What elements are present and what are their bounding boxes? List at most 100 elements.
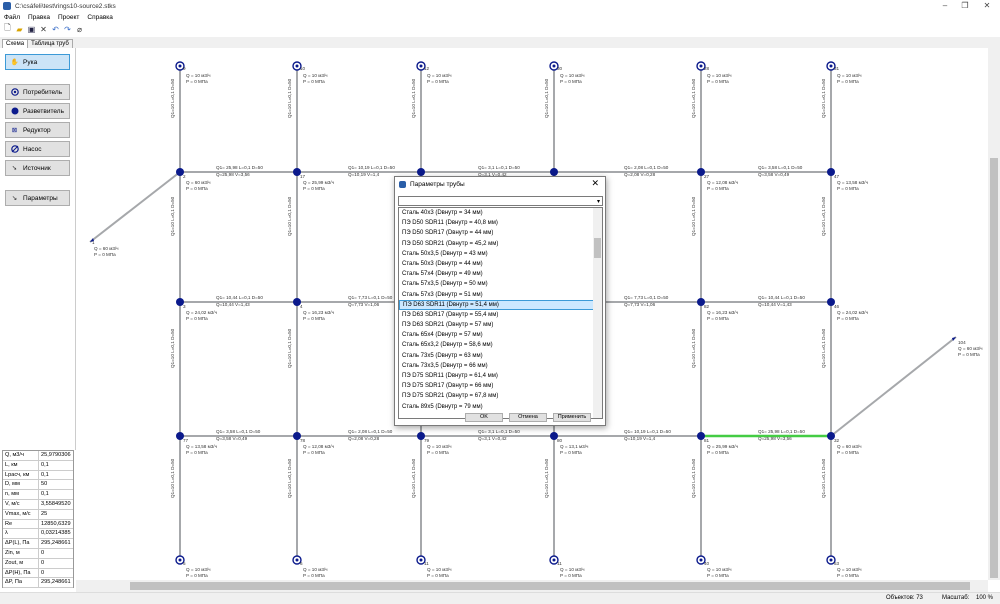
list-item[interactable]: ПЭ D75 SDR17 (Dвнутр = 66 мм) xyxy=(399,381,602,391)
params-tool-button[interactable]: ↘ Параметры xyxy=(5,190,70,206)
apply-button[interactable]: Применить xyxy=(553,413,591,422)
property-value[interactable]: 295,248661 xyxy=(39,578,73,587)
property-row[interactable]: Lрасч, км 0,1 xyxy=(3,470,73,481)
list-item[interactable]: Сталь 65x3,2 (Dвнутр = 58,6 мм) xyxy=(399,340,602,350)
tab-scheme[interactable]: Схема xyxy=(2,39,29,48)
property-row[interactable]: ΔP(L), Па 295,248661 xyxy=(3,539,73,549)
source-tool-button[interactable]: ➘ Источник xyxy=(5,160,70,176)
horizontal-scrollbar[interactable] xyxy=(76,580,988,592)
reducer-tool-button[interactable]: ⊠ Редуктор xyxy=(5,122,70,138)
pipe-label: Q1= 10,44 L=0,1 D=50 xyxy=(758,295,805,300)
pipe-label: Q1=10 L=0,1 D=50 xyxy=(170,78,175,118)
property-key: D, мм xyxy=(3,480,39,490)
property-value[interactable]: 295,248661 xyxy=(39,539,73,548)
property-value[interactable]: 12850,6329 xyxy=(39,520,73,529)
list-item[interactable]: Сталь 89x5 (Dвнутр = 79 мм) xyxy=(399,402,602,412)
list-scroll-thumb[interactable] xyxy=(594,238,601,258)
source-pressure: P = 0 МПа xyxy=(94,252,116,257)
list-item[interactable]: ПЭ D75 SDR11 (Dвнутр = 61,4 мм) xyxy=(399,371,602,381)
hand-tool-button[interactable]: ✋ Рука xyxy=(5,54,70,70)
property-row[interactable]: Q, м3/ч 25,9790306 xyxy=(3,451,73,461)
property-value[interactable]: 0,1 xyxy=(39,461,73,470)
list-item[interactable]: Сталь 73x3,5 (Dвнутр = 66 мм) xyxy=(399,361,602,371)
list-item[interactable]: ПЭ D75 SDR21 (Dвнутр = 67,8 мм) xyxy=(399,391,602,401)
pipe-label: Q1= 7,73 L=0,1 D=50 xyxy=(348,295,393,300)
dialog-close-icon[interactable]: ✕ xyxy=(591,178,599,189)
pipe-flow-label: Q=7,73 V=1,06 xyxy=(624,302,656,307)
list-item[interactable]: ПЭ D50 SDR17 (Dвнутр = 44 мм) xyxy=(399,228,602,238)
property-value[interactable]: 3,55849520 xyxy=(39,500,73,509)
list-item[interactable]: Сталь 50x3,5 (Dвнутр = 43 мм) xyxy=(399,249,602,259)
splitter-tool-button[interactable]: Разветвитель xyxy=(5,103,70,119)
new-file-icon[interactable]: 🗋 xyxy=(3,23,12,34)
property-row[interactable]: λ 0,03214385 xyxy=(3,529,73,540)
vertical-scrollbar[interactable] xyxy=(988,48,1000,580)
source-pipe[interactable] xyxy=(89,171,181,243)
property-row[interactable]: Zin, м0 xyxy=(3,548,73,559)
pump-tool-button[interactable]: Насос xyxy=(5,141,70,157)
list-item[interactable]: ПЭ D50 SDR21 (Dвнутр = 45,2 мм) xyxy=(399,239,602,249)
ok-button[interactable]: OK xyxy=(465,413,503,422)
junction-node[interactable] xyxy=(550,168,558,176)
menu-edit[interactable]: Правка xyxy=(24,14,54,21)
menu-help[interactable]: Справка xyxy=(83,14,117,21)
junction-node[interactable] xyxy=(417,168,425,176)
minimize-icon[interactable]: – xyxy=(934,0,956,12)
consumer-tool-button[interactable]: Потребитель xyxy=(5,84,70,100)
no-entry-icon[interactable]: ⌀ xyxy=(75,25,84,34)
property-value[interactable]: 0,1 xyxy=(39,471,73,480)
list-item[interactable]: Сталь 50x3 (Dвнутр = 44 мм) xyxy=(399,259,602,269)
cancel-button[interactable]: Отмена xyxy=(509,413,547,422)
chevron-down-icon[interactable]: ▾ xyxy=(597,198,600,205)
junction-id: 82 xyxy=(704,304,710,309)
property-row[interactable]: ΔP, Па 295,248661 xyxy=(3,578,73,589)
property-row[interactable]: V, м/с 3,55849520 xyxy=(3,499,73,510)
pipe-type-combobox[interactable]: ▾ xyxy=(398,196,603,206)
property-value[interactable]: 0,03214385 xyxy=(39,529,73,538)
undo-icon[interactable]: ↶ xyxy=(51,25,60,34)
consumer-pressure: P = 0 МПа xyxy=(707,79,729,84)
property-value[interactable]: 0 xyxy=(39,559,73,568)
close-icon[interactable]: ✕ xyxy=(976,0,998,12)
property-key: ΔP(H), Па xyxy=(3,568,39,578)
property-value[interactable]: 25 xyxy=(39,510,73,519)
menu-project[interactable]: Проект xyxy=(54,14,83,21)
list-item[interactable]: Сталь 40x3 (Dвнутр = 34 мм) xyxy=(399,208,602,218)
property-value[interactable]: 50 xyxy=(39,480,73,489)
property-key: Re xyxy=(3,519,39,529)
list-item[interactable]: ПЭ D63 SDR21 (Dвнутр = 57 мм) xyxy=(399,320,602,330)
property-value[interactable]: 0 xyxy=(39,549,73,558)
list-item[interactable]: Сталь 57x3,5 (Dвнутр = 50 мм) xyxy=(399,279,602,289)
menu-file[interactable]: Файл xyxy=(0,14,24,21)
property-row[interactable]: L, км 0,1 xyxy=(3,460,73,471)
open-folder-icon[interactable]: ▰ xyxy=(15,25,24,34)
property-row[interactable]: D, мм 50 xyxy=(3,480,73,491)
delete-icon[interactable]: ✕ xyxy=(39,25,48,34)
source-pipe[interactable] xyxy=(830,336,957,437)
list-item[interactable]: ПЭ D50 SDR11 (Dвнутр = 40,8 мм) xyxy=(399,218,602,228)
horizontal-scroll-thumb[interactable] xyxy=(130,582,970,590)
redo-icon[interactable]: ↷ xyxy=(63,25,72,34)
selected-list-item[interactable]: ПЭ D63 SDR11 (Dвнутр = 51,4 мм) xyxy=(399,299,602,310)
source-arrow-icon: ➘ xyxy=(11,165,18,172)
property-row[interactable]: ΔP(H), Па 0 xyxy=(3,568,73,579)
property-row[interactable]: n, мм 0,1 xyxy=(3,490,73,500)
property-row[interactable]: Vmax, м/с 25 xyxy=(3,509,73,520)
list-item[interactable]: Сталь 57x4 (Dвнутр = 49 мм) xyxy=(399,269,602,279)
property-value[interactable]: 25,9790306 xyxy=(39,451,73,460)
list-scrollbar[interactable] xyxy=(593,208,602,418)
property-row[interactable]: Re 12850,6329 xyxy=(3,519,73,530)
list-item[interactable]: Сталь 57x3 (Dвнутр = 51 мм) xyxy=(399,290,602,300)
vertical-scroll-thumb[interactable] xyxy=(990,158,998,578)
list-item[interactable]: ПЭ D63 SDR17 (Dвнутр = 55,4 мм) xyxy=(399,310,602,320)
list-item[interactable]: Сталь 65x4 (Dвнутр = 57 мм) xyxy=(399,330,602,340)
restore-icon[interactable]: ❐ xyxy=(954,0,976,12)
junction-pressure: P = 0 МПа xyxy=(560,450,582,455)
property-value[interactable]: 0 xyxy=(39,569,73,578)
list-item[interactable]: Сталь 73x5 (Dвнутр = 63 мм) xyxy=(399,351,602,361)
property-value[interactable]: 0,1 xyxy=(39,490,73,499)
tab-pipe-table[interactable]: Таблица труб xyxy=(27,39,73,48)
property-row[interactable]: Zout, м0 xyxy=(3,558,73,569)
pipe-type-list[interactable]: Сталь 40x3 (Dвнутр = 34 мм) ПЭ D50 SDR11 … xyxy=(398,207,603,419)
save-icon[interactable]: ▣ xyxy=(27,25,36,34)
